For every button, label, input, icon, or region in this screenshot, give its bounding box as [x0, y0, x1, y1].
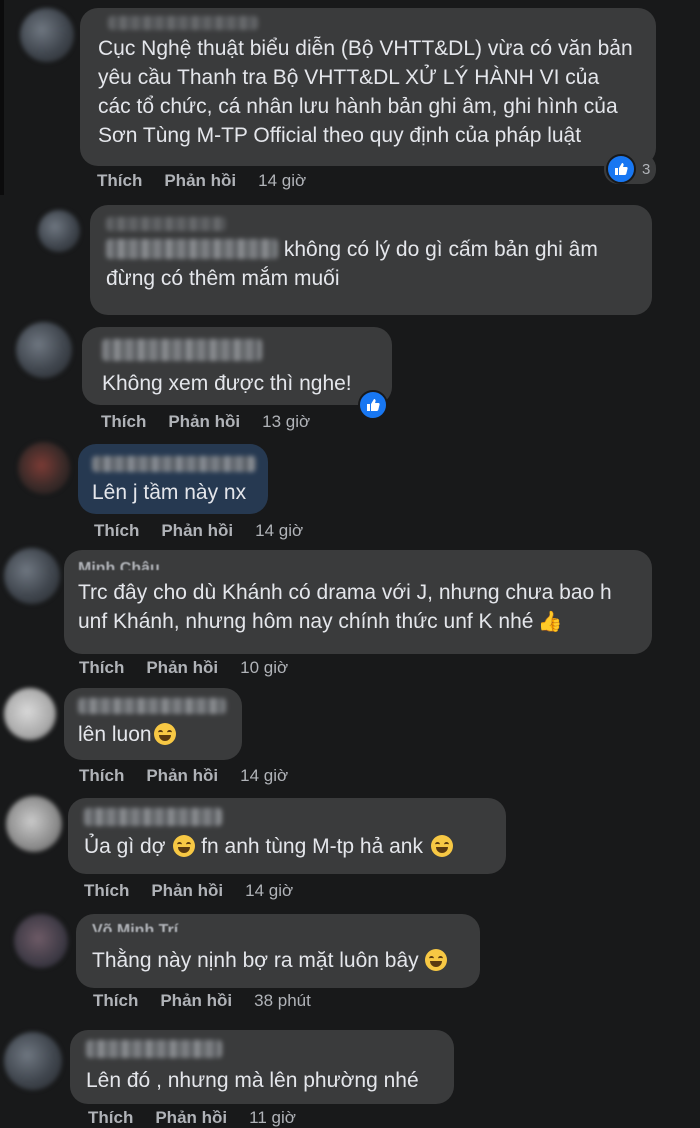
- commenter-name[interactable]: [106, 217, 226, 231]
- comment-actions: Thích Phản hồi 10 giờ: [79, 658, 310, 678]
- commenter-name[interactable]: Võ Minh Trí: [92, 918, 464, 932]
- commenter-name[interactable]: [84, 808, 222, 826]
- like-link[interactable]: Thích: [84, 881, 129, 900]
- comment-bubble: Lên j tầm này nx: [78, 444, 268, 514]
- reaction-count-label: 3: [642, 160, 651, 178]
- avatar[interactable]: [38, 210, 80, 252]
- thumbs-up-emoji-icon: 👍: [537, 611, 563, 633]
- comment-bubble: không có lý do gì cấm bản ghi âm đừng có…: [90, 205, 652, 315]
- commenter-name[interactable]: [86, 1040, 222, 1058]
- comment-text-wrap: Trc đây cho dù Khánh có drama với J, như…: [78, 578, 636, 637]
- laughing-face-icon: [430, 835, 453, 857]
- reaction-badge[interactable]: [358, 390, 388, 420]
- comment-text: Không xem được thì nghe!: [102, 372, 352, 395]
- reply-link[interactable]: Phản hồi: [151, 881, 223, 900]
- reply-link[interactable]: Phản hồi: [161, 521, 233, 540]
- comment-bubble: Cục Nghệ thuật biểu diễn (Bộ VHTT&DL) vừ…: [80, 8, 656, 166]
- timestamp[interactable]: 38 phút: [254, 991, 311, 1011]
- timestamp[interactable]: 14 giờ: [255, 521, 303, 541]
- mentioned-name[interactable]: [106, 239, 278, 259]
- avatar[interactable]: [14, 914, 68, 968]
- commenter-name[interactable]: [78, 698, 226, 714]
- commenter-name[interactable]: [92, 456, 256, 472]
- avatar[interactable]: [18, 442, 70, 494]
- avatar[interactable]: [4, 548, 60, 604]
- avatar[interactable]: [16, 322, 72, 378]
- comment-actions: Thích Phản hồi 13 giờ: [101, 412, 332, 432]
- comment-actions: Thích Phản hồi 38 phút: [93, 991, 333, 1011]
- avatar[interactable]: [4, 688, 56, 740]
- commenter-name[interactable]: [108, 16, 258, 30]
- comment-text-part: Ủa gì dợ: [84, 835, 166, 858]
- left-edge-bar: [0, 0, 4, 195]
- reply-link[interactable]: Phản hồi: [164, 171, 236, 190]
- timestamp[interactable]: 13 giờ: [262, 412, 310, 432]
- like-reaction-icon: [606, 154, 636, 184]
- reply-link[interactable]: Phản hồi: [160, 991, 232, 1010]
- comment-text: Trc đây cho dù Khánh có drama với J, như…: [78, 581, 612, 633]
- comment-text-part: fn anh tùng M-tp hả ank: [201, 835, 423, 858]
- comment-text-wrap: Ủa gì dợ fn anh tùng M-tp hả ank: [84, 832, 490, 861]
- comment-text: Thằng này nịnh bợ ra mặt luôn bây: [92, 949, 419, 972]
- like-link[interactable]: Thích: [79, 766, 124, 785]
- comment-bubble: Lên đó , nhưng mà lên phường nhé: [70, 1030, 454, 1104]
- comment-actions: Thích Phản hồi 14 giờ: [79, 766, 310, 786]
- comment-actions: Thích Phản hồi 14 giờ: [97, 171, 328, 191]
- avatar[interactable]: [6, 796, 62, 852]
- comment-bubble: lên luon: [64, 688, 242, 760]
- comment-text-wrap: Thằng này nịnh bợ ra mặt luôn bây: [92, 946, 464, 975]
- like-reaction-icon: [358, 390, 388, 420]
- comment-text-wrap: không có lý do gì cấm bản ghi âm đừng có…: [106, 235, 636, 293]
- timestamp[interactable]: 10 giờ: [240, 658, 288, 678]
- comment-bubble: Võ Minh Trí Thằng này nịnh bợ ra mặt luô…: [76, 914, 480, 988]
- reaction-count[interactable]: 3: [604, 154, 657, 184]
- like-link[interactable]: Thích: [101, 412, 146, 431]
- reply-link[interactable]: Phản hồi: [168, 412, 240, 431]
- commenter-name[interactable]: Minh Châu: [78, 556, 636, 570]
- comment-actions: Thích Phản hồi 14 giờ: [84, 881, 315, 901]
- comment-bubble: Minh Châu Trc đây cho dù Khánh có drama …: [64, 550, 652, 654]
- comment-actions: Thích Phản hồi 11 giờ: [88, 1108, 318, 1128]
- reply-link[interactable]: Phản hồi: [155, 1108, 227, 1127]
- timestamp[interactable]: 11 giờ: [249, 1108, 296, 1128]
- winking-face-icon: [153, 723, 176, 745]
- timestamp[interactable]: 14 giờ: [245, 881, 293, 901]
- comment-text: Lên j tầm này nx: [92, 481, 247, 504]
- commenter-name[interactable]: [102, 339, 262, 361]
- comment-bubble: Không xem được thì nghe!: [82, 327, 392, 405]
- grinning-squint-face-icon: [424, 949, 447, 971]
- laughing-face-icon: [173, 835, 196, 857]
- comment-text: Lên đó , nhưng mà lên phường nhé: [86, 1069, 419, 1092]
- avatar[interactable]: [4, 1032, 62, 1090]
- comment-text-wrap: lên luon: [78, 720, 228, 749]
- comment-text: lên luon: [78, 723, 152, 746]
- comment-actions: Thích Phản hồi 14 giờ: [94, 521, 325, 541]
- like-link[interactable]: Thích: [97, 171, 142, 190]
- like-link[interactable]: Thích: [94, 521, 139, 540]
- like-link[interactable]: Thích: [93, 991, 138, 1010]
- avatar[interactable]: [20, 8, 74, 62]
- reply-link[interactable]: Phản hồi: [146, 658, 218, 677]
- like-link[interactable]: Thích: [88, 1108, 133, 1127]
- timestamp[interactable]: 14 giờ: [240, 766, 288, 786]
- comment-text: Cục Nghệ thuật biểu diễn (Bộ VHTT&DL) vừ…: [98, 37, 633, 147]
- like-link[interactable]: Thích: [79, 658, 124, 677]
- reply-link[interactable]: Phản hồi: [146, 766, 218, 785]
- comment-bubble: Ủa gì dợ fn anh tùng M-tp hả ank: [68, 798, 506, 874]
- timestamp[interactable]: 14 giờ: [258, 171, 306, 191]
